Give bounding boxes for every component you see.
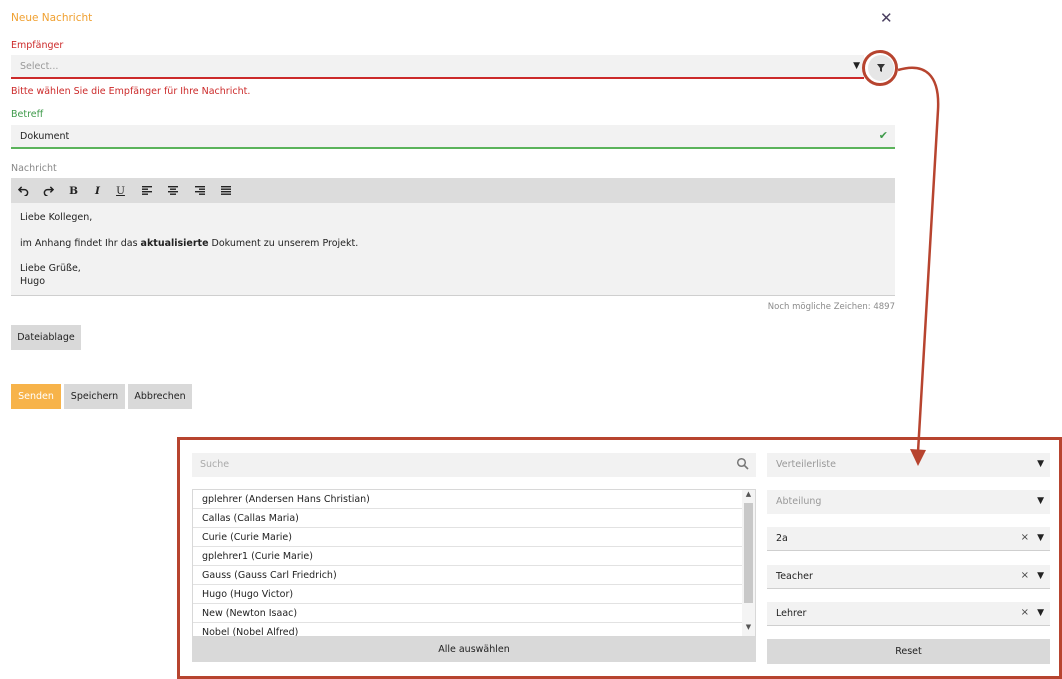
undo-icon[interactable] bbox=[11, 178, 36, 203]
search-input[interactable]: Suche bbox=[192, 453, 756, 477]
chevron-down-icon: ▼ bbox=[1037, 571, 1044, 581]
italic-icon[interactable]: I bbox=[85, 178, 110, 203]
highlight-ring bbox=[862, 50, 898, 86]
redo-icon[interactable] bbox=[36, 178, 61, 203]
group-select[interactable]: Lehrer × ▼ bbox=[767, 602, 1050, 626]
message-label: Nachricht bbox=[11, 163, 57, 174]
department-placeholder: Abteilung bbox=[776, 496, 822, 507]
list-item[interactable]: gplehrer (Andersen Hans Christian) bbox=[193, 490, 743, 509]
list-item[interactable]: gplehrer1 (Curie Marie) bbox=[193, 547, 743, 566]
chevron-down-icon: ▼ bbox=[1037, 459, 1044, 469]
cancel-button[interactable]: Abbrechen bbox=[128, 384, 192, 409]
underline-icon[interactable]: U bbox=[108, 178, 133, 203]
search-icon bbox=[736, 457, 749, 470]
dialog-title: Neue Nachricht bbox=[11, 12, 93, 24]
char-counter: Noch mögliche Zeichen: 4897 bbox=[767, 302, 895, 312]
chevron-down-icon: ▼ bbox=[853, 61, 860, 71]
clear-icon[interactable]: × bbox=[1021, 570, 1029, 581]
user-list[interactable]: gplehrer (Andersen Hans Christian) Calla… bbox=[192, 489, 756, 637]
reset-button[interactable]: Reset bbox=[767, 639, 1050, 664]
message-line: Hugo bbox=[20, 275, 46, 287]
subject-input[interactable]: Dokument ✔ bbox=[11, 125, 895, 149]
search-placeholder: Suche bbox=[200, 459, 230, 470]
recipients-placeholder: Select... bbox=[20, 61, 59, 72]
role-value: Teacher bbox=[776, 571, 813, 582]
select-all-button[interactable]: Alle auswählen bbox=[192, 637, 756, 662]
list-item[interactable]: Callas (Callas Maria) bbox=[193, 509, 743, 528]
group-value: Lehrer bbox=[776, 608, 807, 619]
message-line: im Anhang findet Ihr das aktualisierte D… bbox=[20, 237, 359, 249]
check-icon: ✔ bbox=[878, 129, 888, 142]
message-line: Liebe Kollegen, bbox=[20, 212, 93, 223]
editor-toolbar: B I U bbox=[11, 178, 895, 203]
scroll-up-icon[interactable]: ▲ bbox=[742, 490, 755, 498]
subject-label: Betreff bbox=[11, 109, 44, 120]
align-right-icon[interactable] bbox=[187, 178, 212, 203]
scrollbar-thumb[interactable] bbox=[744, 503, 753, 603]
chevron-down-icon: ▼ bbox=[1037, 608, 1044, 618]
chevron-down-icon: ▼ bbox=[1037, 496, 1044, 506]
class-select[interactable]: 2a × ▼ bbox=[767, 527, 1050, 551]
close-icon[interactable]: ✕ bbox=[880, 10, 893, 26]
message-editor[interactable]: Liebe Kollegen, im Anhang findet Ihr das… bbox=[11, 203, 895, 296]
list-item[interactable]: New (Newton Isaac) bbox=[193, 604, 743, 623]
distribution-list-placeholder: Verteilerliste bbox=[776, 459, 836, 470]
role-select[interactable]: Teacher × ▼ bbox=[767, 565, 1050, 589]
list-item[interactable]: Curie (Curie Marie) bbox=[193, 528, 743, 547]
class-value: 2a bbox=[776, 533, 788, 544]
clear-icon[interactable]: × bbox=[1021, 532, 1029, 543]
recipients-error: Bitte wählen Sie die Empfänger für Ihre … bbox=[11, 86, 251, 97]
subject-value: Dokument bbox=[20, 131, 70, 142]
message-line: Liebe Grüße, bbox=[20, 263, 81, 274]
align-left-icon[interactable] bbox=[134, 178, 159, 203]
recipients-label: Empfänger bbox=[11, 40, 64, 51]
chevron-down-icon: ▼ bbox=[1037, 533, 1044, 543]
list-item[interactable]: Hugo (Hugo Victor) bbox=[193, 585, 743, 604]
bold-icon[interactable]: B bbox=[61, 178, 86, 203]
department-select[interactable]: Abteilung ▼ bbox=[767, 490, 1050, 514]
align-justify-icon[interactable] bbox=[213, 178, 238, 203]
align-center-icon[interactable] bbox=[160, 178, 185, 203]
dateiablage-button[interactable]: Dateiablage bbox=[11, 325, 81, 350]
list-item[interactable]: Nobel (Nobel Alfred) bbox=[193, 623, 743, 636]
distribution-list-select[interactable]: Verteilerliste ▼ bbox=[767, 453, 1050, 477]
save-button[interactable]: Speichern bbox=[64, 384, 125, 409]
scroll-down-icon[interactable]: ▼ bbox=[742, 623, 755, 631]
list-item[interactable]: Gauss (Gauss Carl Friedrich) bbox=[193, 566, 743, 585]
clear-icon[interactable]: × bbox=[1021, 607, 1029, 618]
send-button[interactable]: Senden bbox=[11, 384, 61, 409]
recipients-select[interactable]: Select... ▼ bbox=[11, 55, 864, 79]
